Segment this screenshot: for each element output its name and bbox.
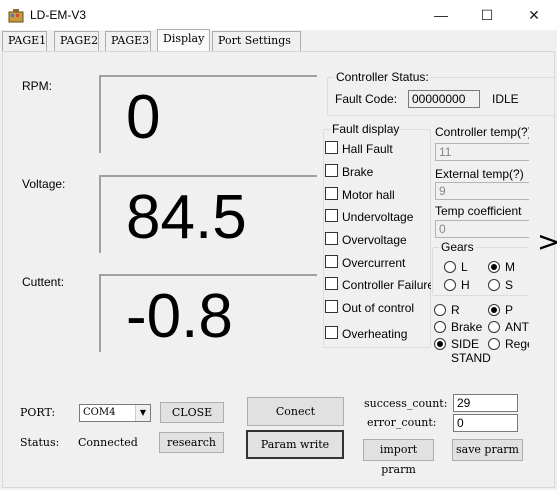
rpm-display: 0	[99, 75, 317, 153]
external-temp-field: 9	[435, 182, 529, 200]
minimize-button[interactable]: —	[418, 0, 464, 30]
overheating-checkbox[interactable]	[325, 326, 338, 339]
overcurrent-checkbox[interactable]	[325, 255, 338, 268]
param-write-button[interactable]: Param write	[246, 430, 344, 459]
current-label: Cuttent:	[22, 275, 65, 289]
mode-side-stand-radio[interactable]	[434, 338, 446, 350]
overheating-label: Overheating	[342, 327, 408, 341]
brake-label: Brake	[342, 165, 374, 179]
tab-display[interactable]: Display	[157, 29, 210, 51]
brake-checkbox[interactable]	[325, 164, 338, 177]
gears-legend: Gears	[441, 240, 474, 254]
controller-status-legend: Controller Status:	[336, 70, 429, 84]
hall-fault-label: Hall Fault	[342, 142, 393, 156]
fault-code-label: Fault Code:	[335, 92, 398, 106]
overvoltage-checkbox[interactable]	[325, 232, 338, 245]
fault-code-field: 00000000	[408, 90, 480, 108]
success-count-field[interactable]: 29	[453, 394, 518, 412]
controller-failure-checkbox[interactable]	[325, 277, 338, 290]
rpm-label: RPM:	[22, 79, 52, 93]
mode-brake-label: Brake	[451, 320, 483, 334]
success-count-label: success_count:	[364, 397, 448, 410]
chevron-down-icon[interactable]: ▼	[135, 405, 150, 421]
motor-hall-label: Motor hall	[342, 188, 395, 202]
error-count-field[interactable]: 0	[453, 414, 518, 432]
title-bar: LD-EM-V3 — ☐ ✕	[0, 0, 557, 30]
close-port-button[interactable]: CLOSE	[160, 402, 224, 423]
save-param-button[interactable]: save prarm	[452, 439, 523, 461]
temperature-section: Controller temp(?) 11 External temp(?) 9…	[433, 122, 529, 244]
controller-state: IDLE	[492, 92, 519, 106]
gear-h-label: H	[461, 278, 470, 292]
port-label: PORT:	[20, 406, 56, 419]
mode-r-label: R	[451, 303, 460, 317]
window-title: LD-EM-V3	[30, 8, 87, 22]
fault-display-legend: Fault display	[332, 122, 400, 136]
tab-page1[interactable]: PAGE1	[2, 31, 47, 51]
app-icon	[8, 9, 24, 23]
current-display: -0.8	[99, 274, 317, 352]
status-label: Status:	[20, 436, 60, 449]
undervoltage-checkbox[interactable]	[325, 209, 338, 222]
status-value: Connected	[78, 436, 138, 449]
mode-section: R P Brake ANTI SIDE STAND Regen	[432, 300, 529, 370]
close-window-button[interactable]: ✕	[511, 0, 557, 30]
controller-temp-label: Controller temp(?)	[435, 125, 529, 139]
mode-brake-radio[interactable]	[434, 321, 446, 333]
gear-m-label: M	[505, 260, 515, 274]
mode-r-radio[interactable]	[434, 304, 446, 316]
connect-button[interactable]: Conect	[247, 397, 344, 426]
external-temp-label: External temp(?)	[435, 167, 524, 181]
error-count-label: error_count:	[367, 416, 437, 429]
controller-failure-label: Controller Failure	[342, 278, 431, 292]
motor-hall-checkbox[interactable]	[325, 187, 338, 200]
mode-anti-radio[interactable]	[488, 321, 500, 333]
tab-page2[interactable]: PAGE2	[54, 31, 99, 51]
temp-coefficient-label: Temp coefficient	[435, 204, 522, 218]
gear-l-label: L	[461, 260, 468, 274]
mode-side-stand-label: SIDE STAND	[451, 337, 491, 365]
gear-l-radio[interactable]	[444, 261, 456, 273]
mode-p-radio[interactable]	[488, 304, 500, 316]
voltage-label: Voltage:	[22, 177, 66, 191]
gear-s-label: S	[505, 278, 514, 292]
out-of-control-label: Out of control	[342, 301, 415, 315]
gear-m-radio[interactable]	[488, 261, 500, 273]
mode-regen-label: Regen	[505, 337, 529, 351]
out-of-control-checkbox[interactable]	[325, 300, 338, 313]
controller-temp-field: 11	[435, 143, 529, 161]
scroll-right-icon[interactable]: >	[537, 225, 557, 258]
overcurrent-label: Overcurrent	[342, 256, 406, 270]
mode-regen-radio[interactable]	[488, 338, 500, 350]
undervoltage-label: Undervoltage	[342, 210, 414, 224]
current-value: -0.8	[126, 282, 233, 351]
port-select-value: COM4	[83, 407, 116, 418]
research-button[interactable]: research	[159, 432, 224, 453]
port-select[interactable]: COM4 ▼	[79, 404, 151, 422]
overvoltage-label: Overvoltage	[342, 233, 407, 247]
voltage-value: 84.5	[126, 183, 247, 252]
gear-h-radio[interactable]	[444, 279, 456, 291]
tab-port-settings[interactable]: Port Settings	[212, 31, 301, 51]
gear-s-radio[interactable]	[488, 279, 500, 291]
hall-fault-checkbox[interactable]	[325, 141, 338, 154]
temp-coefficient-field: 0	[435, 220, 529, 238]
mode-p-label: P	[505, 303, 514, 317]
rpm-value: 0	[126, 83, 161, 152]
voltage-display: 84.5	[99, 175, 317, 253]
import-param-button[interactable]: import prarm	[363, 439, 434, 476]
maximize-button[interactable]: ☐	[464, 0, 510, 30]
mode-anti-label: ANTI	[505, 320, 529, 334]
gears-section: Gears L M H S	[432, 240, 529, 300]
tab-page3[interactable]: PAGE3	[105, 31, 151, 51]
